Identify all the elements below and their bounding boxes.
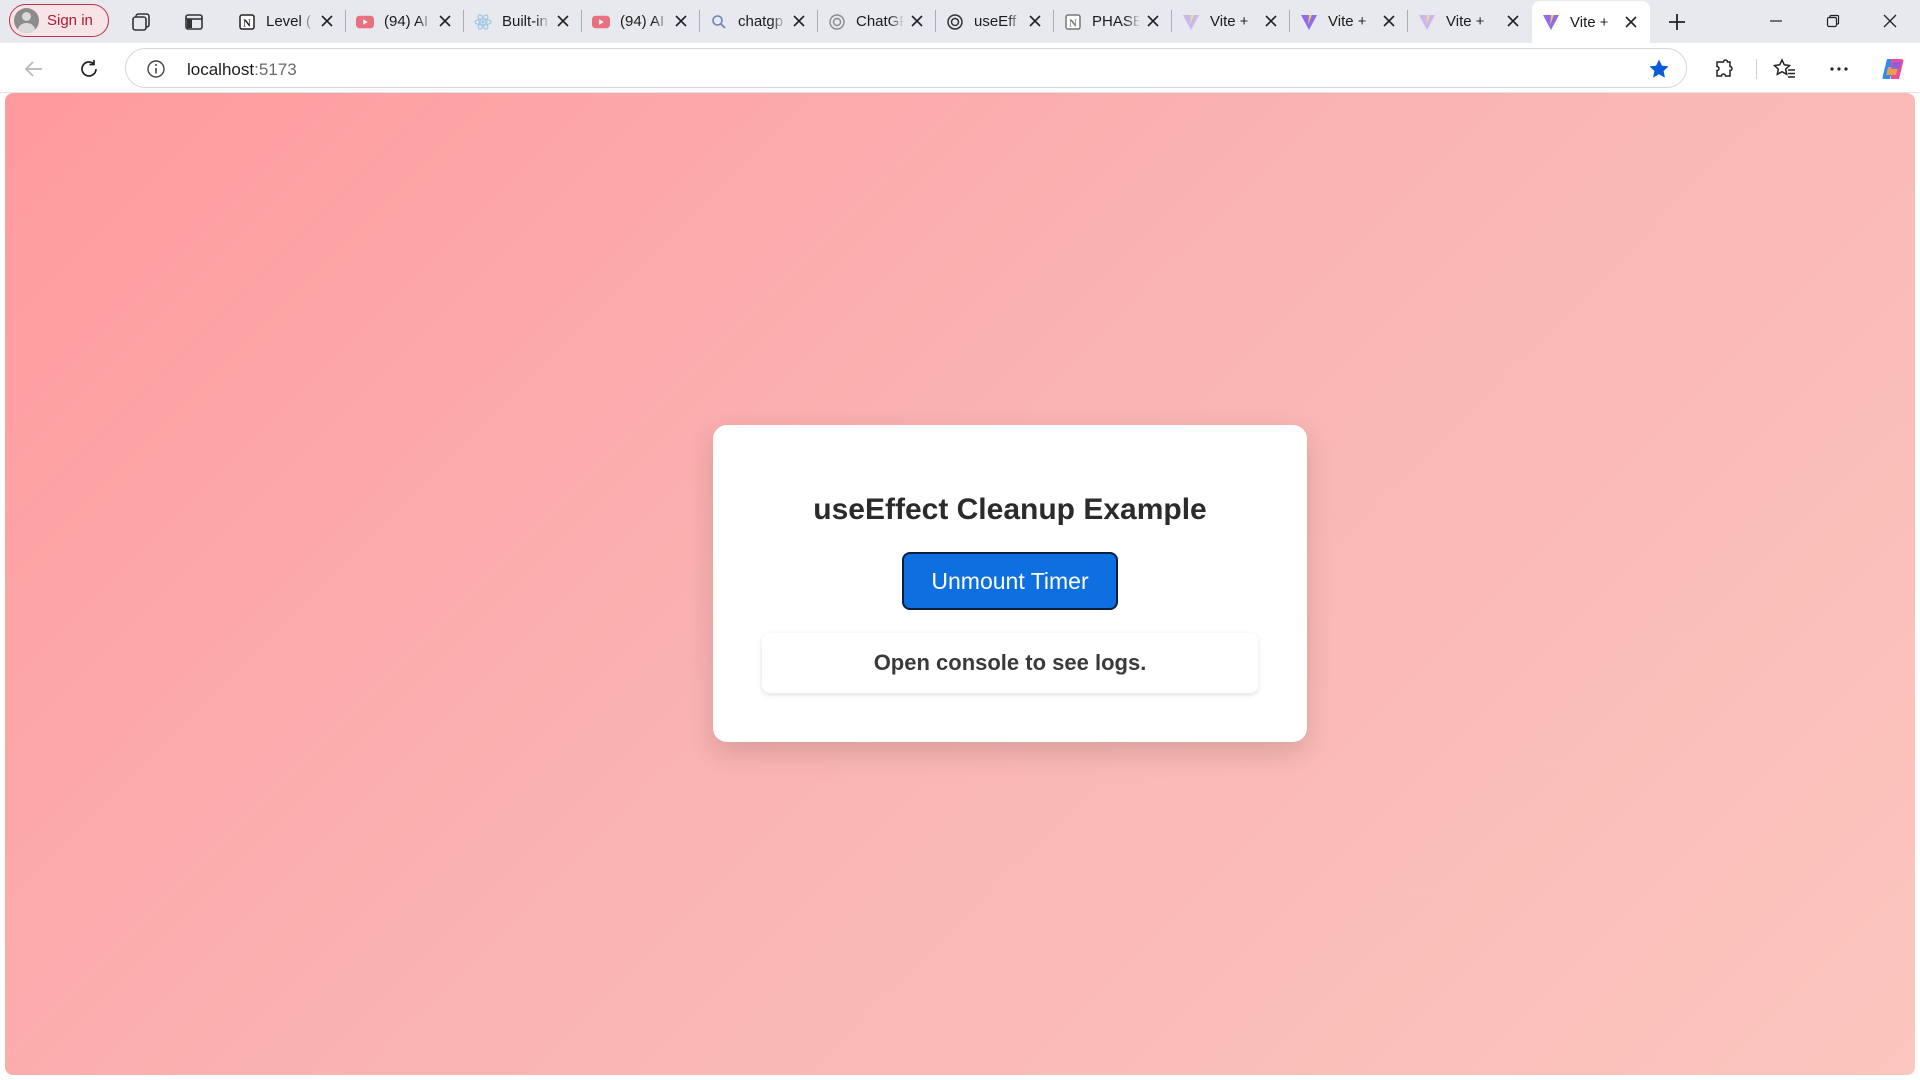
tab-title: Vite + bbox=[1210, 13, 1249, 30]
chatgpt-icon bbox=[828, 13, 846, 31]
youtube-icon bbox=[356, 13, 374, 31]
demo-card: useEffect Cleanup Example Unmount Timer … bbox=[713, 425, 1307, 742]
url-host: localhost bbox=[187, 60, 255, 79]
tab-phase[interactable]: N PHASE bbox=[1054, 0, 1172, 43]
new-tab-plus-icon[interactable] bbox=[1664, 9, 1690, 35]
favorite-star-icon[interactable] bbox=[1648, 58, 1670, 80]
toolbar-divider bbox=[1756, 59, 1757, 79]
close-tab-icon[interactable] bbox=[1144, 12, 1162, 30]
tab-actions-icon[interactable] bbox=[181, 9, 207, 35]
tab-title: chatgp bbox=[738, 13, 784, 30]
refresh-icon[interactable] bbox=[73, 53, 105, 85]
close-tab-icon[interactable] bbox=[1622, 13, 1640, 31]
tab-chatgpt-search[interactable]: chatgp bbox=[700, 0, 818, 43]
favorites-icon[interactable] bbox=[1769, 53, 1801, 85]
url-port: :5173 bbox=[254, 60, 297, 79]
minimize-window-icon[interactable] bbox=[1753, 6, 1799, 36]
close-tab-icon[interactable] bbox=[672, 12, 690, 30]
tab-title: Level ( bbox=[266, 13, 312, 30]
tab-youtube-2[interactable]: (94) AI bbox=[582, 0, 700, 43]
close-tab-icon[interactable] bbox=[1262, 12, 1280, 30]
vite-icon bbox=[1300, 13, 1318, 31]
back-arrow-icon[interactable] bbox=[18, 53, 50, 85]
close-tab-icon[interactable] bbox=[1504, 12, 1522, 30]
browser-toolbar: localhost:5173 bbox=[0, 43, 1920, 93]
close-tab-icon[interactable] bbox=[1026, 12, 1044, 30]
vite-icon bbox=[1182, 13, 1200, 31]
tab-title: useEff bbox=[974, 13, 1017, 30]
close-tab-icon[interactable] bbox=[1380, 12, 1398, 30]
copilot-icon[interactable] bbox=[1877, 53, 1909, 85]
tab-title: PHASE bbox=[1092, 13, 1140, 30]
close-window-icon[interactable] bbox=[1867, 6, 1913, 36]
tab-title: Vite + bbox=[1570, 13, 1609, 31]
svg-text:N: N bbox=[1069, 17, 1077, 29]
tab-vite-3[interactable]: Vite + bbox=[1408, 0, 1532, 43]
site-info-icon[interactable] bbox=[146, 59, 166, 79]
sign-in-button[interactable]: Sign in bbox=[9, 4, 109, 37]
sign-in-label: Sign in bbox=[47, 12, 93, 29]
more-options-icon[interactable] bbox=[1823, 53, 1855, 85]
close-tab-icon[interactable] bbox=[436, 12, 454, 30]
tab-built-in[interactable]: Built-in bbox=[464, 0, 582, 43]
tab-vite-2[interactable]: Vite + bbox=[1290, 0, 1408, 43]
svg-text:N: N bbox=[243, 17, 251, 29]
tab-title: ChatGP bbox=[856, 13, 904, 30]
search-icon bbox=[710, 13, 728, 31]
tab-title: Vite + bbox=[1446, 13, 1485, 30]
page-viewport: useEffect Cleanup Example Unmount Timer … bbox=[5, 93, 1915, 1075]
tab-chatgpt[interactable]: ChatGP bbox=[818, 0, 936, 43]
react-icon bbox=[474, 13, 492, 31]
page-title: useEffect Cleanup Example bbox=[813, 493, 1207, 526]
tab-title: Built-in bbox=[502, 13, 548, 30]
extensions-icon[interactable] bbox=[1708, 53, 1740, 85]
tab-useeffect[interactable]: useEff bbox=[936, 0, 1054, 43]
workspaces-icon[interactable] bbox=[128, 9, 154, 35]
close-tab-icon[interactable] bbox=[318, 12, 336, 30]
restore-window-icon[interactable] bbox=[1810, 6, 1856, 36]
tab-vite-1[interactable]: Vite + bbox=[1172, 0, 1290, 43]
notion-icon: N bbox=[238, 13, 256, 31]
tab-youtube-1[interactable]: (94) AI bbox=[346, 0, 464, 43]
close-tab-icon[interactable] bbox=[908, 12, 926, 30]
url-text[interactable]: localhost:5173 bbox=[187, 60, 297, 80]
tab-level[interactable]: N Level ( bbox=[228, 0, 346, 43]
notion-icon: N bbox=[1064, 13, 1082, 31]
tab-title: (94) AI bbox=[620, 13, 665, 30]
close-tab-icon[interactable] bbox=[790, 12, 808, 30]
tab-title: (94) AI bbox=[384, 13, 429, 30]
tab-vite-active[interactable]: Vite + bbox=[1532, 1, 1650, 43]
chatgpt-icon bbox=[946, 13, 964, 31]
profile-avatar-icon bbox=[14, 8, 39, 33]
log-message: Open console to see logs. bbox=[762, 633, 1258, 693]
browser-tab-strip: Sign in N Level ( (94) AI Built-in (94) … bbox=[0, 0, 1920, 43]
vite-icon bbox=[1418, 13, 1436, 31]
vite-icon bbox=[1542, 13, 1560, 31]
close-tab-icon[interactable] bbox=[554, 12, 572, 30]
youtube-icon bbox=[592, 13, 610, 31]
unmount-timer-button[interactable]: Unmount Timer bbox=[902, 552, 1118, 610]
tab-title: Vite + bbox=[1328, 13, 1367, 30]
address-bar[interactable]: localhost:5173 bbox=[125, 48, 1687, 88]
